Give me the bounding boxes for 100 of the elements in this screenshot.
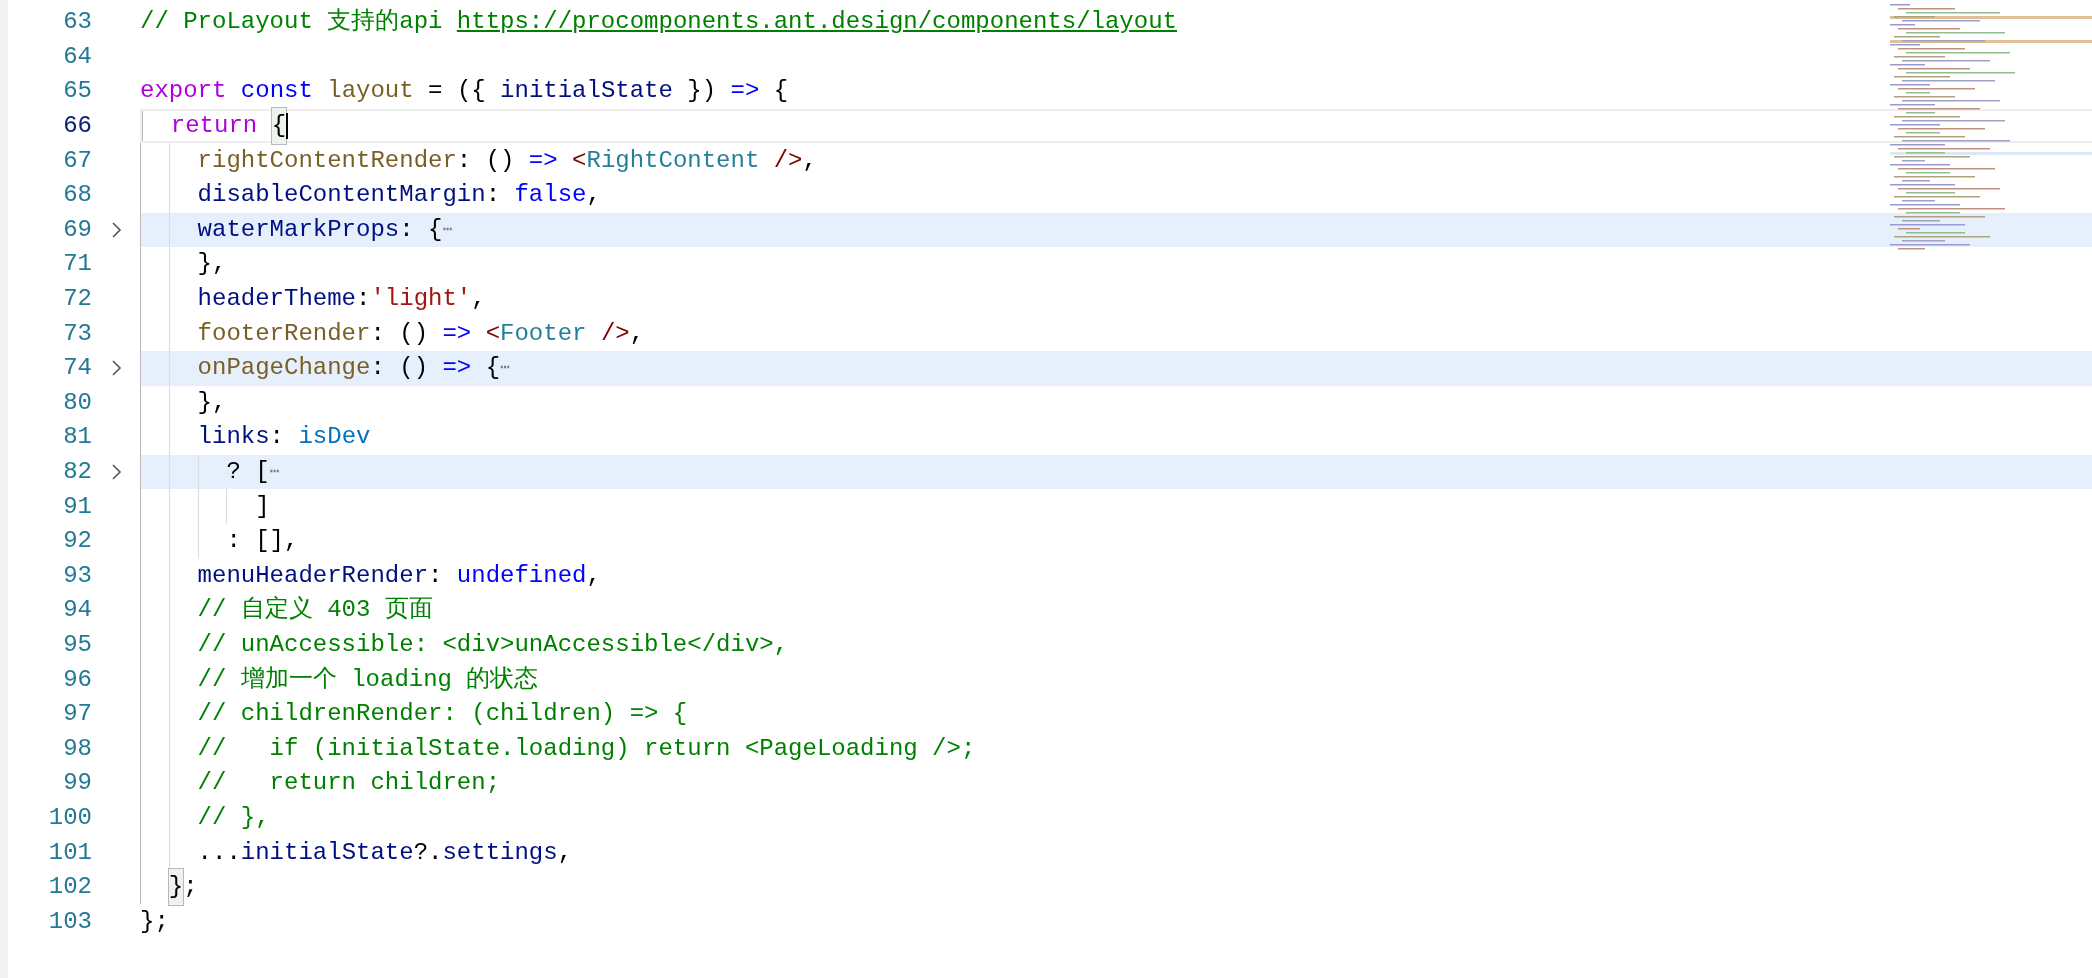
code-token: initialState: [500, 76, 673, 107]
code-token: initialState: [240, 837, 414, 868]
code-token: 'light': [370, 284, 472, 315]
code-token: ?.: [413, 837, 443, 868]
line-number: 69: [62, 214, 92, 245]
code-token: : {: [399, 214, 443, 245]
code-token: RightContent: [586, 145, 761, 176]
fold-ellipsis[interactable]: ⋯: [269, 460, 280, 484]
code-token: waterMarkProps: [197, 214, 400, 245]
code-token: = ({: [427, 76, 487, 107]
line-number: 95: [62, 630, 92, 660]
code-token: // 增加一个 loading 的状态: [197, 664, 539, 695]
code-token: settings: [442, 837, 558, 868]
line-number: 96: [62, 664, 92, 695]
chevron-right-icon[interactable]: [110, 463, 122, 481]
code-token: };: [140, 906, 169, 937]
line-number: 103: [47, 906, 92, 937]
code-token: isDev: [298, 422, 371, 453]
code-token: // unAccessible: <div>unAccessible</div>,: [197, 630, 789, 660]
code-token: // childrenRender: (children) => {: [197, 699, 688, 730]
code-token: disableContentMargin: [197, 180, 486, 211]
line-number: 67: [62, 145, 92, 176]
code-token: ? [: [226, 457, 270, 487]
code-token: },: [197, 249, 227, 280]
line-number: 91: [62, 491, 92, 522]
code-token: {: [271, 108, 287, 145]
line-number: 63: [62, 7, 92, 38]
chevron-right-icon[interactable]: [110, 220, 122, 239]
line-number: 97: [62, 699, 92, 730]
code-token: =>: [442, 353, 472, 384]
chevron-right-icon[interactable]: [110, 359, 122, 378]
fold-ellipsis[interactable]: ⋯: [500, 356, 510, 381]
line-number: 72: [62, 284, 92, 315]
link[interactable]: https://procomponents.ant.design/components/layout: [456, 4, 1177, 41]
code-token: ,: [586, 180, 601, 211]
code-token: },: [197, 387, 227, 418]
line-number: 64: [62, 41, 92, 72]
line-number: 66: [62, 111, 92, 142]
code-token: // 自定义 403 页面: [197, 595, 433, 626]
code-token: false: [514, 180, 587, 211]
code-token: Footer: [500, 318, 588, 349]
line-number: 68: [62, 180, 92, 211]
line-number: 73: [62, 318, 92, 349]
code-token: const: [240, 76, 314, 107]
code-token: ,: [629, 318, 645, 349]
line-number: 92: [62, 526, 92, 557]
code-token: ;: [183, 872, 198, 903]
code-token: {: [772, 76, 789, 107]
code-token: undefined: [456, 560, 587, 591]
code-token: :: [356, 284, 371, 315]
code-token: ,: [802, 145, 817, 176]
line-number: 65: [62, 76, 92, 107]
code-token: links: [197, 422, 270, 453]
code-token: <: [485, 318, 501, 349]
line-number: 99: [62, 768, 92, 799]
code-token: onPageChange: [197, 353, 371, 384]
code-token: {: [484, 353, 501, 384]
code-token: menuHeaderRender: [197, 560, 429, 591]
code-token: }: [168, 869, 184, 906]
code-token: ,: [557, 837, 573, 868]
code-token: rightContentRender: [197, 145, 457, 176]
code-token: ...: [197, 837, 241, 868]
code-token: }): [686, 76, 718, 107]
code-token: :: [428, 560, 444, 591]
code-token: footerRender: [197, 318, 371, 349]
code-token: />: [773, 145, 803, 176]
line-number: 98: [62, 733, 92, 764]
code-token: // },: [197, 802, 270, 833]
line-number: 101: [47, 837, 92, 868]
code-token: headerTheme: [197, 284, 357, 315]
line-number: 94: [62, 595, 92, 626]
code-token: : (): [370, 353, 430, 384]
code-token: :: [269, 422, 285, 453]
code-token: =>: [730, 76, 760, 107]
line-number: 82: [62, 457, 92, 487]
code-token: ,: [471, 284, 486, 315]
code-token: export: [140, 76, 228, 107]
code-token: : [],: [226, 526, 299, 557]
code-token: return: [170, 111, 259, 142]
code-token: =>: [442, 318, 473, 349]
code-token: <: [572, 145, 587, 176]
code-token: ,: [586, 560, 601, 591]
line-number: 80: [62, 387, 92, 418]
code-token: // ProLayout 支持的api: [140, 7, 444, 38]
line-number: 71: [62, 249, 92, 280]
code-token: layout: [327, 76, 414, 107]
fold-ellipsis[interactable]: ⋯: [442, 217, 453, 242]
line-number: 93: [62, 560, 92, 591]
code-token: // if (initialState.loading) return <PageLoading />;: [197, 733, 976, 764]
code-token: : (): [456, 145, 516, 176]
line-number: 102: [47, 872, 92, 903]
line-number: 81: [62, 422, 92, 453]
code-token: />: [600, 318, 630, 349]
line-number: 74: [62, 353, 92, 384]
code-token: =>: [528, 145, 559, 176]
code-token: : (): [370, 318, 430, 349]
code-token: // return children;: [197, 768, 501, 799]
line-number: 100: [47, 802, 92, 833]
text-cursor: [286, 113, 289, 140]
code-token: :: [485, 180, 502, 211]
